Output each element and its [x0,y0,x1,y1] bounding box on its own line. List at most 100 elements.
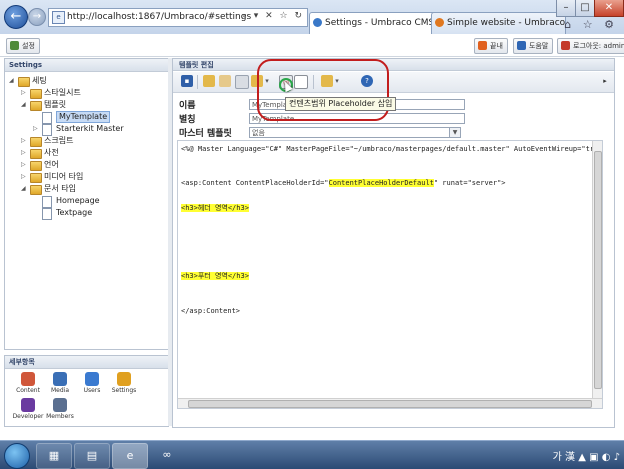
logout-button[interactable]: 로그아웃: admin [557,38,624,54]
explorer-taskbar-icon[interactable]: ▦ [36,443,72,469]
browser-tools-icon[interactable]: ⌂ ☆ ⚙ [564,18,618,31]
collapsed-arrow-icon[interactable]: ▷ [21,135,26,147]
tree-item[interactable]: ◢ 세팅 [5,75,168,87]
code-highlight: ContentPlaceHolderDefault [328,179,434,187]
back-button[interactable]: ← [4,5,28,29]
code-line: <h3>헤더 영역</h3> [181,203,249,213]
system-tray: 가 漢 ▲ ▣ ◐ ♪ [553,448,620,463]
tree-item[interactable]: ◢ 템플릿 [5,99,168,111]
tray-icons[interactable]: ▲ ▣ ◐ ♪ [578,452,620,463]
toolbar-overflow-icon[interactable]: ▸ [601,75,609,87]
insert-item-icon[interactable] [235,75,249,89]
insert-macro-icon[interactable] [219,75,231,87]
close-window-button[interactable]: ✕ [594,0,624,17]
members-icon [53,398,67,412]
section-media[interactable]: Media [43,372,77,394]
code-editor[interactable]: <%@ Master Language="C#" MasterPageFile=… [177,140,603,409]
umbraco-icon [313,18,322,27]
folder-icon [30,101,42,111]
chevron-down-icon[interactable]: ▼ [449,128,460,137]
collapsed-arrow-icon[interactable]: ▷ [21,171,26,183]
help-button[interactable]: 도움말 [513,38,554,54]
address-bar[interactable]: e http://localhost:1867/Umbraco/#setting… [48,8,308,27]
minimize-button[interactable]: – [556,0,576,17]
expanded-arrow-icon[interactable]: ◢ [21,183,26,195]
section-label: Content [16,387,40,394]
maximize-button[interactable]: □ [575,0,595,17]
tree-item[interactable]: ▷ 미디어 타입 [5,171,168,183]
logout-icon [561,41,570,50]
tree-item[interactable]: ▷ Starterkit Master [5,123,168,136]
app-taskbar-icon[interactable]: ▤ [74,443,110,469]
exit-button[interactable]: 끝내 [474,38,508,54]
folder-icon [18,77,30,87]
collapsed-arrow-icon[interactable]: ▷ [21,147,26,159]
logout-label: 로그아웃: admin [573,42,624,50]
section-label: Users [83,387,101,394]
section-developer[interactable]: Developer [11,398,45,420]
tree-item-label: 언어 [44,160,59,169]
ie-taskbar-icon[interactable]: e [112,443,148,469]
sections-panel: 세부항목 Content Media Users Settings Developer M… [4,355,169,427]
folder-icon [30,173,42,183]
alias-label: 별칭 [179,115,196,125]
expanded-arrow-icon[interactable]: ◢ [21,99,26,111]
insert-field-icon[interactable] [203,75,215,87]
app-menu-button[interactable]: 설정 [6,38,40,54]
tree-item[interactable]: Homepage [5,195,168,208]
address-tools-icon[interactable]: ⌕ ▾ ✕ ☆ ↻ [242,11,304,21]
expanded-arrow-icon[interactable]: ◢ [9,75,14,87]
section-users[interactable]: Users [75,372,109,394]
template-editor-panel: 템플릿 편집 ▪ ▾ ◎ ▾ ? ▸ 이름 MyTemplate 별칭 MyTe… [172,58,615,428]
tree-item[interactable]: ▷ 스크립트 [5,135,168,147]
start-button[interactable] [4,443,30,469]
tree-item-label: MyTemplate [56,111,111,123]
master-template-select[interactable]: 없음 ▼ [249,127,461,138]
tree-item[interactable]: Textpage [5,207,168,220]
tab-settings[interactable]: Settings - Umbraco CMS -... ✕ [309,12,446,34]
master-template-label: 마스터 템플릿 [179,129,232,139]
code-line: <h3>푸터 영역</h3> [181,271,249,281]
tree-item-label: Homepage [56,196,100,205]
section-label: Media [50,387,70,394]
tree-item-label: 사전 [44,148,59,157]
save-icon[interactable]: ▪ [181,75,193,87]
developer-icon [21,398,35,412]
sections-title: 세부항목 [5,356,168,369]
scroll-thumb[interactable] [594,151,602,389]
ime-indicator[interactable]: 가 漢 [553,452,575,463]
section-members[interactable]: Members [43,398,77,420]
tree-item[interactable]: ▷ 사전 [5,147,168,159]
horizontal-scrollbar[interactable] [178,398,602,408]
tree-item[interactable]: MyTemplate [5,111,168,124]
address-url: http://localhost:1867/Umbraco/#settings [67,12,252,22]
collapsed-arrow-icon[interactable]: ▷ [21,87,26,99]
editor-toolbar: ▪ ▾ ◎ ▾ ? ▸ [173,72,614,93]
vertical-scrollbar[interactable] [592,141,602,399]
tooltip: 컨텐츠범위 Placeholder 삽입 [285,97,397,111]
section-label: Settings [111,387,137,394]
help-label: 도움말 [529,42,549,50]
tab-simple-website[interactable]: Simple website - Umbraco C... [431,12,566,34]
umbraco-logo-icon [10,41,19,50]
section-settings[interactable]: Settings [107,372,141,394]
collapsed-arrow-icon[interactable]: ▷ [33,123,38,135]
document-icon [42,208,52,220]
forward-button[interactable]: → [28,8,46,26]
content-icon [21,372,35,386]
scroll-thumb[interactable] [188,400,592,408]
tree-item[interactable]: ▷ 언어 [5,159,168,171]
folder-icon [30,185,42,195]
folder-icon [30,89,42,99]
code-line: <asp:Content ContentPlaceHolderId="Conte… [181,179,506,187]
tree-item[interactable]: ◢ 문서 타입 [5,183,168,195]
exit-label: 끝내 [490,42,503,50]
vs-taskbar-icon[interactable]: ∞ [150,443,184,467]
section-content[interactable]: Content [11,372,45,394]
tree-item[interactable]: ▷ 스타일시트 [5,87,168,99]
folder-icon [30,137,42,147]
collapsed-arrow-icon[interactable]: ▷ [21,159,26,171]
help-icon [517,41,526,50]
tree-item-label: 스크립트 [44,136,74,145]
tree-item-label: 스타일시트 [44,88,81,97]
